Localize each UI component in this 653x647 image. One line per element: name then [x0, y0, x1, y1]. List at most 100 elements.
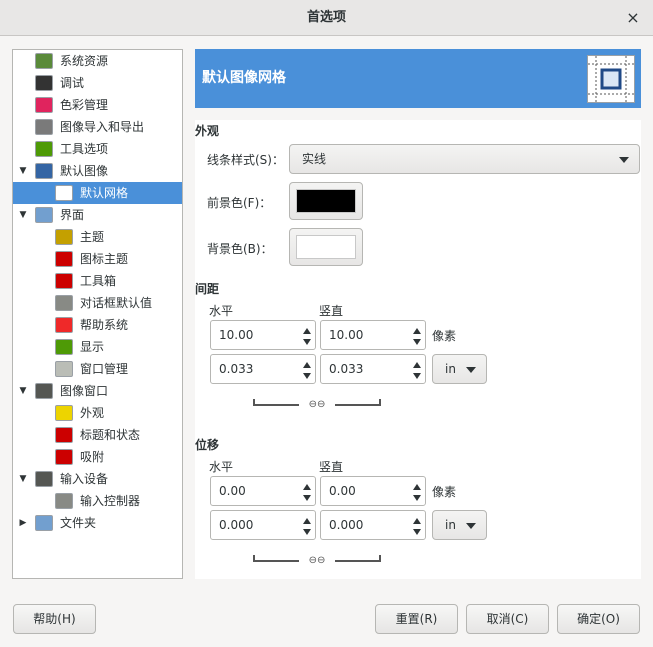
- spin-down-icon[interactable]: [303, 495, 311, 501]
- spin-up-icon[interactable]: [303, 518, 311, 524]
- offset-unit-combo[interactable]: in: [432, 510, 487, 540]
- offset-vertical-px-input[interactable]: 0.00: [320, 476, 426, 506]
- offset-horizontal-in-input[interactable]: 0.000: [210, 510, 316, 540]
- spin-up-icon[interactable]: [303, 362, 311, 368]
- tree-item-label: 调试: [60, 76, 85, 90]
- tree-item[interactable]: 系统资源: [13, 50, 182, 72]
- dialog-defaults-icon: [55, 295, 73, 311]
- image-window-icon: [35, 383, 53, 399]
- tree-item[interactable]: 工具选项: [13, 138, 182, 160]
- expander-expanded-icon[interactable]: ▼: [17, 160, 29, 182]
- background-color-button[interactable]: [289, 228, 363, 266]
- tree-item[interactable]: ▼ 界面: [13, 204, 182, 226]
- tree-item-label: 标题和状态: [80, 428, 141, 442]
- line-style-combo[interactable]: 实线: [289, 144, 640, 174]
- tree-item[interactable]: 调试: [13, 72, 182, 94]
- spacing-unit-combo[interactable]: in: [432, 354, 487, 384]
- title-bar: 首选项 ×: [0, 0, 653, 36]
- expander-expanded-icon[interactable]: ▼: [17, 380, 29, 402]
- cancel-button[interactable]: 取消(C): [466, 604, 549, 634]
- spin-down-icon[interactable]: [303, 373, 311, 379]
- tree-item[interactable]: 标题和状态: [13, 424, 182, 446]
- spacing-horizontal-in-input[interactable]: 0.033: [210, 354, 316, 384]
- spin-up-icon[interactable]: [413, 518, 421, 524]
- ok-button[interactable]: 确定(O): [557, 604, 640, 634]
- tree-item[interactable]: 默认网格: [13, 182, 182, 204]
- color-management-icon: [35, 97, 53, 113]
- spin-up-icon[interactable]: [413, 362, 421, 368]
- folders-icon: [35, 515, 53, 531]
- spin-down-icon[interactable]: [303, 339, 311, 345]
- icon-theme-icon: [55, 251, 73, 267]
- spacing-chain-button[interactable]: ⊖⊖: [253, 399, 381, 411]
- offset-horizontal-px-input[interactable]: 0.00: [210, 476, 316, 506]
- foreground-color-label: 前景色(F)：: [207, 196, 272, 210]
- close-icon[interactable]: ×: [623, 8, 643, 28]
- spin-down-icon[interactable]: [303, 529, 311, 535]
- grid-settings-panel: 外观 线条样式(S)： 实线 前景色(F)： 背景色(B)： 间距 水平 竖直 …: [195, 120, 641, 579]
- expander-expanded-icon[interactable]: ▼: [17, 204, 29, 226]
- spin-up-icon[interactable]: [303, 484, 311, 490]
- tree-item[interactable]: 显示: [13, 336, 182, 358]
- spin-up-icon[interactable]: [413, 484, 421, 490]
- input-controllers-icon: [55, 493, 73, 509]
- tree-item-label: 吸附: [80, 450, 105, 464]
- tree-item[interactable]: 窗口管理: [13, 358, 182, 380]
- page-header: 默认图像网格: [195, 49, 641, 108]
- spacing-vertical-px-input[interactable]: 10.00: [320, 320, 426, 350]
- preferences-tree[interactable]: 系统资源 调试 色彩管理 图像导入和导出 工具选项 ▼ 默认图像 默认网格 ▼ 界面 主题 图标主题工…: [12, 49, 183, 579]
- expander-expanded-icon[interactable]: ▼: [17, 468, 29, 490]
- offset-chain-button[interactable]: ⊖⊖: [253, 555, 381, 567]
- spin-down-icon[interactable]: [413, 373, 421, 379]
- help-button[interactable]: 帮助(H): [13, 604, 96, 634]
- background-color-label: 背景色(B)：: [207, 242, 273, 256]
- tree-item[interactable]: ▼ 默认图像: [13, 160, 182, 182]
- offset-vertical-label: 竖直: [319, 460, 344, 474]
- tree-item-label: 图像窗口: [60, 384, 109, 398]
- offset-horizontal-px-value: 0.00: [219, 484, 246, 498]
- default-grid-icon: [55, 185, 73, 201]
- spacing-horizontal-in-value: 0.033: [219, 362, 254, 376]
- offset-vertical-in-input[interactable]: 0.000: [320, 510, 426, 540]
- tree-item[interactable]: 帮助系统: [13, 314, 182, 336]
- tree-item-label: 图标主题: [80, 252, 129, 266]
- tree-item[interactable]: 主题: [13, 226, 182, 248]
- offset-horizontal-label: 水平: [209, 460, 234, 474]
- system-resources-icon: [35, 53, 53, 69]
- foreground-color-button[interactable]: [289, 182, 363, 220]
- tree-item[interactable]: ▶ 文件夹: [13, 512, 182, 534]
- tree-item[interactable]: 图像导入和导出: [13, 116, 182, 138]
- chain-link-icon: ⊖⊖: [308, 399, 326, 410]
- display-icon: [55, 339, 73, 355]
- tree-item[interactable]: 外观: [13, 402, 182, 424]
- spin-down-icon[interactable]: [413, 495, 421, 501]
- reset-button[interactable]: 重置(R): [375, 604, 458, 634]
- tree-item[interactable]: 工具箱: [13, 270, 182, 292]
- chevron-down-icon: [466, 523, 476, 529]
- chevron-down-icon: [466, 367, 476, 373]
- spacing-vertical-in-input[interactable]: 0.033: [320, 354, 426, 384]
- tree-item-label: 外观: [80, 406, 105, 420]
- spin-down-icon[interactable]: [413, 339, 421, 345]
- tree-item-label: 界面: [60, 208, 85, 222]
- offset-section-title: 位移: [195, 438, 220, 452]
- tree-item[interactable]: ▼ 输入设备: [13, 468, 182, 490]
- spin-up-icon[interactable]: [413, 328, 421, 334]
- spin-down-icon[interactable]: [413, 529, 421, 535]
- tree-item[interactable]: 输入控制器: [13, 490, 182, 512]
- tree-item[interactable]: 对话框默认值: [13, 292, 182, 314]
- spin-up-icon[interactable]: [303, 328, 311, 334]
- offset-unit-value: in: [445, 518, 456, 532]
- page-title: 默认图像网格: [202, 70, 286, 86]
- tree-item[interactable]: 色彩管理: [13, 94, 182, 116]
- tree-item-label: 默认图像: [60, 164, 109, 178]
- theme-icon: [55, 229, 73, 245]
- foreground-color-swatch: [296, 189, 356, 213]
- spacing-horizontal-px-input[interactable]: 10.00: [210, 320, 316, 350]
- tree-item[interactable]: 吸附: [13, 446, 182, 468]
- expander-collapsed-icon[interactable]: ▶: [17, 512, 29, 534]
- tree-item[interactable]: 图标主题: [13, 248, 182, 270]
- tree-item[interactable]: ▼ 图像窗口: [13, 380, 182, 402]
- tree-item-label: 工具选项: [60, 142, 109, 156]
- window-management-icon: [55, 361, 73, 377]
